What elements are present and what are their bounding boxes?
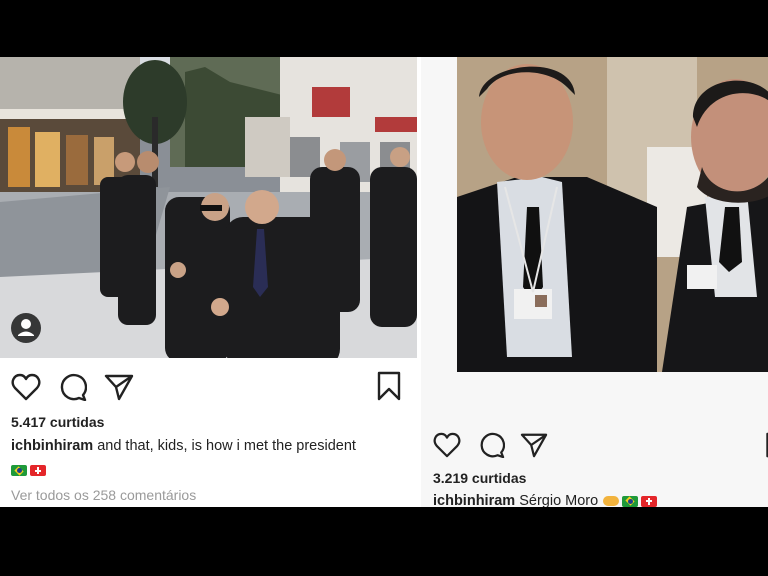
bookmark-icon[interactable] <box>763 432 768 458</box>
post-caption: ichbinhiram and that, kids, is how i met… <box>11 438 356 454</box>
likes-count: 5.417 curtidas <box>11 414 105 430</box>
right-post: 3.219 curtidas ichbinhiram Sérgio Moro <box>421 57 768 507</box>
selfie-illustration <box>457 57 768 372</box>
caption-emojis <box>11 462 49 480</box>
likes-count: 3.219 curtidas <box>433 470 527 486</box>
post-photo-street-group[interactable] <box>0 57 417 358</box>
comment-icon[interactable] <box>57 373 88 402</box>
caption-text: and that, kids, is how i met the preside… <box>93 438 356 454</box>
flag-switzerland-icon <box>30 465 46 477</box>
caption-text: Sérgio Moro <box>515 493 599 507</box>
username-link[interactable]: ichbinhiram <box>433 493 515 507</box>
handshake-icon <box>603 496 620 507</box>
heart-icon[interactable] <box>433 432 461 458</box>
comment-icon[interactable] <box>477 432 506 459</box>
flag-brazil-icon <box>11 465 27 477</box>
heart-icon[interactable] <box>11 373 41 401</box>
post-caption: ichbinhiram Sérgio Moro <box>433 493 660 507</box>
flag-switzerland-icon <box>641 495 658 507</box>
post-photo-selfie[interactable] <box>457 57 768 372</box>
share-icon[interactable] <box>104 373 134 401</box>
left-post: 5.417 curtidas ichbinhiram and that, kid… <box>0 57 421 507</box>
flag-brazil-icon <box>622 495 639 507</box>
bookmark-icon[interactable] <box>376 371 402 401</box>
tagged-user-icon[interactable] <box>11 313 41 343</box>
username-link[interactable]: ichbinhiram <box>11 438 93 454</box>
share-icon[interactable] <box>520 432 548 458</box>
view-comments-link[interactable]: Ver todos os 258 comentários <box>11 487 196 503</box>
street-scene-illustration <box>0 57 417 358</box>
